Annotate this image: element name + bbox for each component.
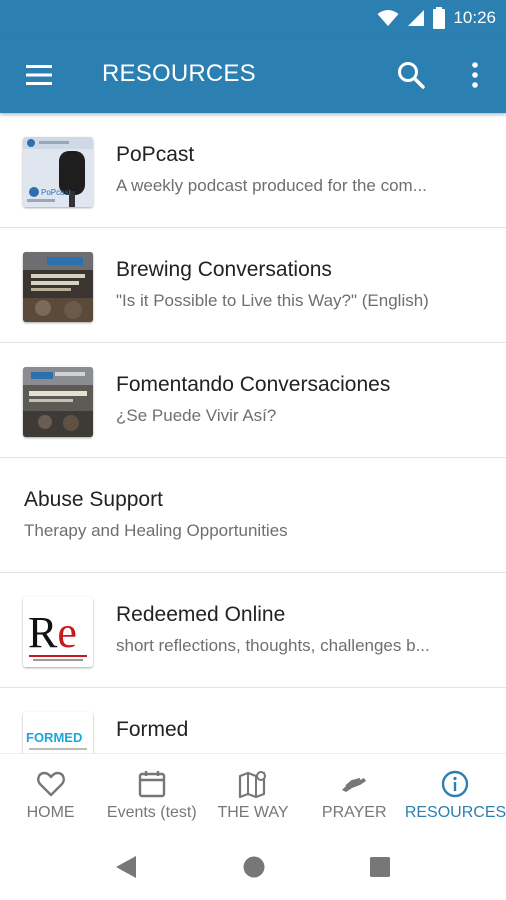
info-icon xyxy=(442,770,469,798)
list-item-abuse-support[interactable]: Abuse Support Therapy and Healing Opport… xyxy=(0,458,506,573)
wifi-icon xyxy=(377,10,399,26)
status-time: 10:26 xyxy=(453,8,496,27)
item-title: Redeemed Online xyxy=(116,603,286,626)
tab-label: THE WAY xyxy=(217,804,289,821)
item-subtitle: short reflections, thoughts, challenges … xyxy=(116,636,430,655)
list-item-fomentando-conversaciones[interactable]: Fomentando Conversaciones ¿Se Puede Vivi… xyxy=(0,343,506,458)
brewing-conversations-thumbnail xyxy=(23,252,93,322)
tab-events[interactable]: Events (test) xyxy=(101,754,202,838)
tab-prayer[interactable]: PRAYER xyxy=(304,754,405,838)
popcast-logo-text: PoPcast xyxy=(41,188,72,197)
list-item-brewing-conversations[interactable]: Brewing Conversations "Is it Possible to… xyxy=(0,228,506,343)
tab-home[interactable]: HOME xyxy=(0,754,101,838)
list-item-redeemed-online[interactable]: Re Redeemed Online short reflections, th… xyxy=(0,573,506,688)
item-title: Brewing Conversations xyxy=(116,258,332,281)
list-item-popcast[interactable]: PoPcast PoPcast A weekly podcast produce… xyxy=(0,113,506,228)
recents-square-icon[interactable] xyxy=(369,856,391,878)
home-circle-icon[interactable] xyxy=(242,855,266,879)
heart-icon xyxy=(36,771,65,797)
item-subtitle: A weekly podcast produced for the com... xyxy=(116,176,427,195)
back-icon[interactable] xyxy=(114,854,138,880)
redeemed-logo: Re xyxy=(28,608,77,657)
tab-label: Events (test) xyxy=(106,804,197,821)
app-bar: RESOURCES xyxy=(0,36,506,113)
item-title: Abuse Support xyxy=(24,488,163,511)
search-icon[interactable] xyxy=(396,60,426,90)
tab-resources[interactable]: RESOURCES xyxy=(405,754,506,838)
item-subtitle: Therapy and Healing Opportunities xyxy=(24,521,288,540)
cellular-signal-icon xyxy=(408,10,425,26)
tab-label: RESOURCES xyxy=(404,804,506,821)
tab-label: HOME xyxy=(26,804,75,821)
redeemed-online-thumbnail: Re xyxy=(23,597,93,667)
item-title: PoPcast xyxy=(116,143,195,166)
formed-logo: FORMED xyxy=(26,730,82,745)
item-subtitle: "Is it Possible to Live this Way?" (Engl… xyxy=(116,291,429,310)
item-title: Fomentando Conversaciones xyxy=(116,373,391,396)
tab-the-way[interactable]: THE WAY xyxy=(202,754,303,838)
map-icon xyxy=(238,771,266,799)
popcast-thumbnail: PoPcast xyxy=(23,137,93,207)
calendar-icon xyxy=(138,771,165,798)
formed-thumbnail: FORMED xyxy=(23,712,93,753)
bottom-navigation: HOME Events (test) THE WAY PRAYER RESOUR… xyxy=(0,753,506,838)
resources-list: PoPcast PoPcast A weekly podcast produce… xyxy=(0,113,506,753)
list-item-formed[interactable]: FORMED Formed xyxy=(0,688,506,753)
battery-icon xyxy=(433,7,446,29)
praying-hands-icon xyxy=(342,778,367,792)
system-navigation-bar xyxy=(0,837,506,900)
tab-label: PRAYER xyxy=(321,804,387,821)
status-bar: 10:26 xyxy=(0,0,506,36)
more-options-icon[interactable] xyxy=(464,60,486,90)
hamburger-menu-icon[interactable] xyxy=(24,62,54,88)
fomentando-conversaciones-thumbnail xyxy=(23,367,93,437)
item-title: Formed xyxy=(116,718,189,741)
item-subtitle: ¿Se Puede Vivir Así? xyxy=(116,406,277,425)
page-title: RESOURCES xyxy=(102,60,256,87)
